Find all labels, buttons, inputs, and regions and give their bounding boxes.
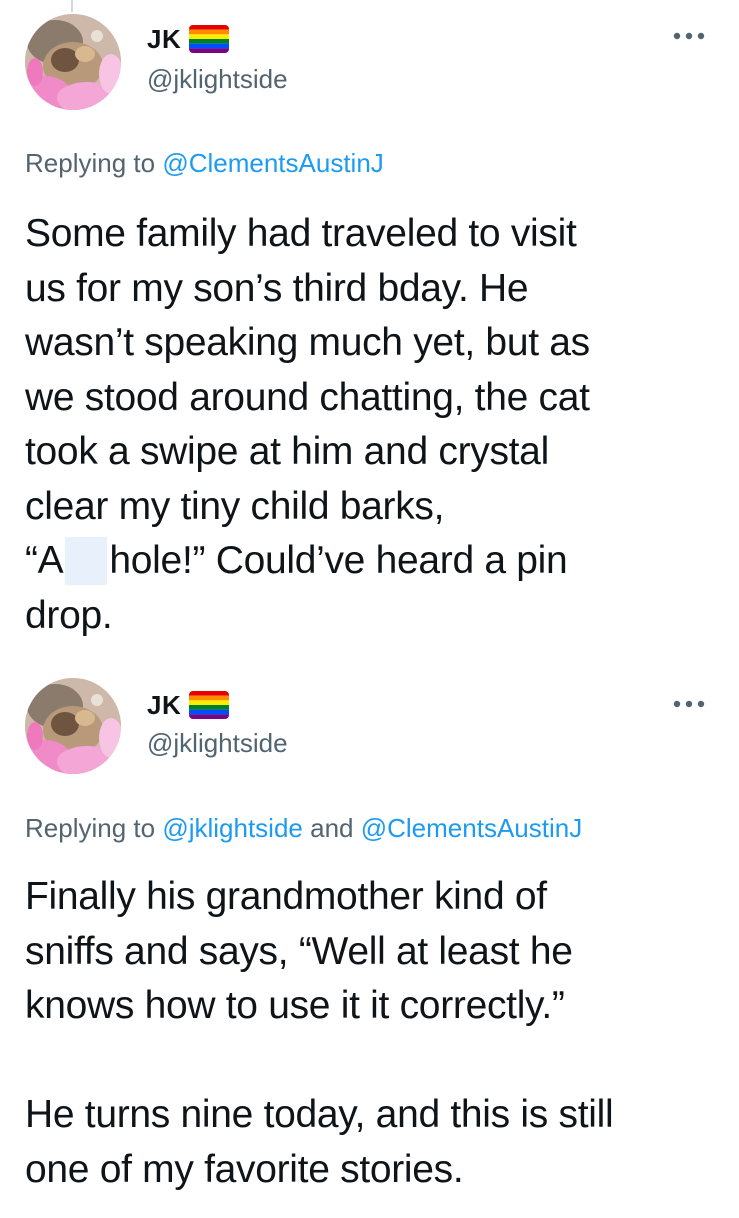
- tweet-text-line-redacted: “A hole!” Could’ve heard a pin: [25, 534, 725, 589]
- tweet-text-line: drop.: [25, 593, 113, 637]
- tweet-text-line: we stood around chatting, the cat: [25, 375, 590, 419]
- replying-to: Replying to @jklightside and @ClementsAu…: [25, 812, 582, 844]
- replying-to: Replying to @ClementsAustinJ: [25, 147, 384, 179]
- author-name-row[interactable]: JK: [147, 690, 230, 720]
- tweet-text-line: took a swipe at him and crystal: [25, 430, 549, 473]
- avatar[interactable]: [25, 14, 121, 110]
- handle[interactable]: @jklightside: [147, 728, 288, 758]
- mention-link[interactable]: @ClementsAustinJ: [162, 148, 383, 178]
- mention-link[interactable]: @jklightside: [162, 813, 303, 843]
- handle[interactable]: @jklightside: [147, 64, 288, 94]
- tweet-text: Some family had traveled to visit us for…: [25, 207, 725, 643]
- tweet-text-line: one of my favorite stories.: [25, 1147, 464, 1191]
- avatar-image: [25, 678, 121, 774]
- redacted-line-before: “A: [25, 539, 64, 582]
- redaction-box: [65, 537, 108, 585]
- replying-to-label: Replying to: [25, 148, 156, 178]
- tweet-text-line: wasn’t speaking much yet, but as: [25, 321, 590, 364]
- replying-to-label: Replying to: [25, 813, 156, 843]
- tweet-text-line: Finally his grandmother kind of: [25, 875, 547, 918]
- tweet-1[interactable]: JK @jklightside Replying to @ClementsAus…: [0, 0, 739, 670]
- tweet-text: Finally his grandmother kind of sniffs a…: [25, 870, 725, 1197]
- avatar-image: [25, 14, 121, 110]
- replying-to-joiner: and: [310, 813, 354, 843]
- display-name[interactable]: JK: [147, 24, 181, 54]
- redacted-line-after: hole!” Could’ve heard a pin: [109, 539, 568, 582]
- tweet-text-line: Some family had traveled to visit: [25, 212, 577, 255]
- tweet-2[interactable]: JK @jklightside Replying to @jklightside…: [0, 670, 739, 1218]
- display-name[interactable]: JK: [147, 690, 181, 720]
- avatar[interactable]: [25, 678, 121, 774]
- tweet-text-line: knows how to use it it correctly.”: [25, 984, 565, 1027]
- more-dots-icon[interactable]: [669, 694, 709, 714]
- tweet-text-line: clear my tiny child barks,: [25, 484, 445, 528]
- author-name-row[interactable]: JK: [147, 24, 230, 54]
- mention-link[interactable]: @ClementsAustinJ: [361, 813, 582, 843]
- more-dots-icon[interactable]: [669, 26, 709, 46]
- tweet-text-line: us for my son’s third bday. He: [25, 266, 529, 310]
- paragraph-break: [25, 1034, 725, 1089]
- rainbow-flag-icon: [189, 691, 230, 719]
- tweet-text-line: sniffs and says, “Well at least he: [25, 929, 573, 973]
- rainbow-flag-icon: [189, 25, 230, 53]
- tweet-text-line: He turns nine today, and this is still: [25, 1093, 614, 1136]
